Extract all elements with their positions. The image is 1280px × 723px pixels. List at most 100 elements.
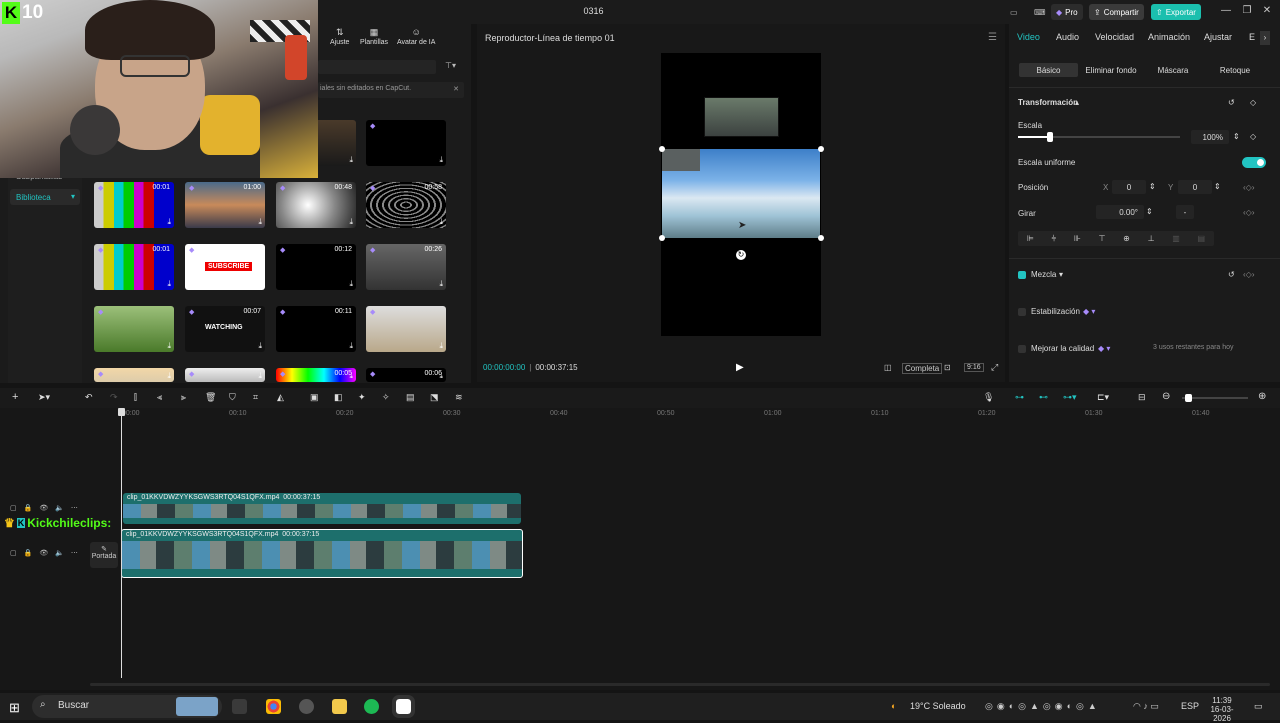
transform-icon[interactable]: ◭ xyxy=(277,392,284,403)
minimize-icon[interactable]: — xyxy=(1216,5,1236,16)
split-right-icon[interactable]: ⫸ xyxy=(181,392,186,403)
media-thumb[interactable]: 00:58 ◆ ⤓ xyxy=(366,182,446,228)
media-thumb[interactable]: 00:01 ◆ ⤓ xyxy=(94,182,174,228)
delete-icon[interactable]: 🗑 xyxy=(205,392,216,403)
replace-icon[interactable]: ⬔ xyxy=(430,392,439,403)
zoom-in-icon[interactable]: ⊕ xyxy=(1258,391,1266,402)
resize-handle[interactable] xyxy=(659,146,665,152)
play-icon[interactable]: ▶ xyxy=(736,362,744,373)
cover-button[interactable]: ✎ Portada xyxy=(90,542,118,568)
freeze-icon[interactable]: ▣ xyxy=(310,392,319,403)
chevron-right-icon[interactable]: › xyxy=(1260,31,1270,45)
undo-icon[interactable]: ↶ xyxy=(85,392,93,403)
shield-icon[interactable]: ⛉ xyxy=(229,392,236,403)
resize-handle[interactable] xyxy=(659,235,665,241)
overlay-clip[interactable]: clip_01KKVDWZYYKSGWS3RTQ04S1QFX.mp4 00:0… xyxy=(123,493,521,524)
snapshot-icon[interactable]: ◫ xyxy=(884,363,892,372)
obs-icon[interactable] xyxy=(299,699,314,714)
scale-slider[interactable] xyxy=(1018,132,1180,142)
tab-avatar[interactable]: ☺ Avatar de IA xyxy=(397,28,435,47)
split-icon[interactable]: ⫿ xyxy=(134,392,137,403)
shortcut-icon[interactable]: ⌨ xyxy=(1029,4,1051,20)
beat-icon[interactable]: ≋ xyxy=(455,392,463,403)
keyframe-icon[interactable]: ‹◇› xyxy=(1243,270,1254,279)
media-thumb[interactable]: 00:12 ◆ ⤓ xyxy=(276,244,356,290)
uniform-scale-toggle[interactable] xyxy=(1242,157,1266,168)
select-tool-icon[interactable]: ➤▾ xyxy=(38,392,50,403)
tab-ajuste[interactable]: ⇅ Ajuste xyxy=(330,28,349,47)
download-icon[interactable]: ⤓ xyxy=(439,341,443,351)
auto-icon[interactable]: ✦ xyxy=(358,392,366,403)
subtab-remove-bg[interactable]: Eliminar fondo xyxy=(1082,63,1140,77)
media-thumb[interactable]: 00:01 ◆ ⤓ xyxy=(94,244,174,290)
align-right-icon[interactable]: ⊪ xyxy=(1074,234,1081,243)
windows-icon[interactable]: ⊞ xyxy=(9,700,20,716)
task-view-icon[interactable] xyxy=(232,699,247,714)
download-icon[interactable]: ⤓ xyxy=(167,371,171,381)
fullscreen-icon[interactable]: ⤢ xyxy=(991,362,998,373)
stepper-icon[interactable]: ⇕ xyxy=(1149,182,1156,191)
download-icon[interactable]: ⤓ xyxy=(349,341,353,351)
media-search-input[interactable] xyxy=(318,60,436,74)
close-icon[interactable]: ✕ xyxy=(1257,5,1277,16)
keyframe-icon[interactable]: ‹◇› xyxy=(1243,208,1254,217)
network-icon[interactable]: ◠ ♪ ▭ xyxy=(1133,701,1159,712)
media-thumb[interactable]: 00:11 ◆ ⤓ xyxy=(276,306,356,352)
media-thumb[interactable]: ◆⤓ xyxy=(366,120,446,166)
media-thumb[interactable]: ◆⤓ xyxy=(94,306,174,352)
scale-value[interactable]: 100% xyxy=(1191,130,1229,144)
stepper-icon[interactable]: ⇕ xyxy=(1214,182,1221,191)
zoom-slider[interactable] xyxy=(1182,394,1248,402)
maximize-icon[interactable]: ❐ xyxy=(1237,5,1257,16)
stabilize-checkbox[interactable] xyxy=(1018,308,1026,316)
mirror-icon[interactable]: ◧ xyxy=(334,392,343,403)
pro-button[interactable]: ◆ Pro xyxy=(1051,4,1083,20)
reset-icon[interactable]: ↺ xyxy=(1228,270,1235,279)
rotate-extra[interactable]: - xyxy=(1176,205,1194,219)
tab-adjust[interactable]: Ajustar xyxy=(1204,32,1232,42)
link-icon[interactable]: ⊶ xyxy=(1015,392,1024,403)
mic-icon[interactable]: 🎙 xyxy=(983,392,994,403)
quality-select[interactable]: Completa xyxy=(902,363,943,374)
tab-audio[interactable]: Audio xyxy=(1056,32,1079,42)
reset-icon[interactable]: ↺ xyxy=(1228,98,1235,107)
blend-checkbox[interactable] xyxy=(1018,271,1026,279)
preview-pip-clip[interactable] xyxy=(704,97,779,137)
filter-icon[interactable]: ⊤▾ xyxy=(445,61,456,70)
keyframe-icon[interactable]: ◇ xyxy=(1250,132,1256,141)
caption-icon[interactable]: ▤ xyxy=(406,392,415,403)
playhead[interactable] xyxy=(118,408,125,678)
download-icon[interactable]: ⤓ xyxy=(439,217,443,227)
add-icon[interactable]: + xyxy=(12,391,18,403)
ratio-button[interactable]: 9:16 xyxy=(964,363,984,372)
chrome-icon[interactable] xyxy=(266,699,281,714)
zoom-out-icon[interactable]: ⊖ xyxy=(1162,391,1170,402)
media-thumb[interactable]: SUBSCRIBE ◆ ⤓ xyxy=(185,244,265,290)
language[interactable]: ESP xyxy=(1181,701,1199,711)
keyframe-icon[interactable]: ‹◇› xyxy=(1243,183,1254,192)
split-left-icon[interactable]: ⫷ xyxy=(157,392,162,403)
crop-icon[interactable]: ⌗ xyxy=(253,392,258,403)
resize-handle[interactable] xyxy=(818,146,824,152)
share-button[interactable]: ⇪ Compartir xyxy=(1089,4,1144,20)
snap-icon[interactable]: ⊶▾ xyxy=(1063,392,1077,403)
timeline-scrollbar[interactable] xyxy=(90,683,1270,686)
chevron-up-icon[interactable]: ▴ xyxy=(1075,98,1079,107)
layout-icon[interactable]: ▭ xyxy=(1005,4,1023,20)
clock[interactable]: 11:39 16-03-2026 xyxy=(1202,696,1242,723)
rotate-input[interactable]: 0.00° xyxy=(1096,205,1144,219)
download-icon[interactable]: ⤓ xyxy=(167,217,171,227)
subtab-retouch[interactable]: Retoque xyxy=(1206,63,1264,77)
capcut-icon[interactable] xyxy=(392,695,415,718)
rotate-handle-icon[interactable]: ↻ xyxy=(736,250,746,260)
align-bottom-icon[interactable]: ⊥ xyxy=(1148,234,1155,243)
tray-icons[interactable]: ◎◉◐◎▲◎◉◐◎▲ xyxy=(985,701,1101,712)
media-thumb[interactable]: 00:26 ◆ ⤓ xyxy=(366,244,446,290)
subtab-basic[interactable]: Básico xyxy=(1019,63,1078,77)
enhance-checkbox[interactable] xyxy=(1018,345,1026,353)
chevron-down-icon[interactable]: ▾ xyxy=(1059,270,1063,279)
download-icon[interactable]: ⤓ xyxy=(349,217,353,227)
crop-icon[interactable]: ⊡ xyxy=(944,363,951,372)
media-thumb[interactable]: 00:05 ◆ ⤓ xyxy=(276,368,356,382)
tab-video[interactable]: Video xyxy=(1017,32,1040,42)
